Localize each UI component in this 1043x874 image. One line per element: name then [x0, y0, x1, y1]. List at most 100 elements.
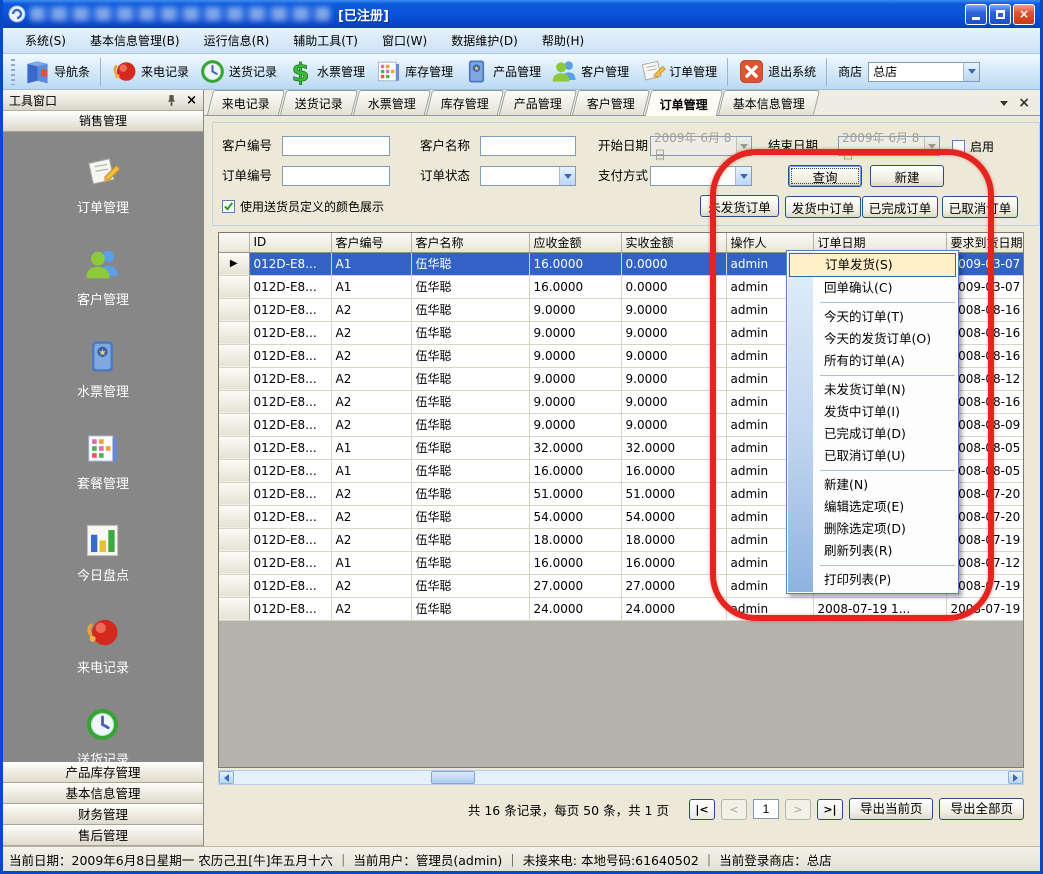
scroll-left-icon[interactable] [219, 771, 234, 784]
row-selector[interactable] [219, 344, 249, 367]
toolbar-button[interactable]: 客户管理 [546, 56, 634, 87]
tab-list-dropdown-icon[interactable] [1000, 101, 1008, 106]
context-menu-item[interactable]: 未发货订单(N) [788, 379, 957, 401]
customer-no-input[interactable] [282, 136, 390, 156]
sidebar-item[interactable]: 套餐管理 [77, 430, 129, 492]
menubar-item[interactable]: 系统(S) [13, 29, 78, 52]
context-menu-item[interactable]: 订单发货(S) [789, 253, 956, 277]
sidebar-item[interactable]: 来电记录 [77, 614, 129, 676]
row-selector[interactable] [219, 436, 249, 459]
tab-送货记录[interactable]: 送货记录 [280, 90, 358, 115]
menubar-item[interactable]: 辅助工具(T) [281, 29, 370, 52]
toolbar-button[interactable]: ★产品管理 [458, 56, 546, 87]
scroll-right-icon[interactable] [1008, 771, 1023, 784]
context-menu-item[interactable]: 所有的订单(A) [788, 350, 957, 372]
tab-订单管理[interactable]: 订单管理 [645, 90, 723, 116]
sidebar-item[interactable]: 送货记录 [77, 706, 129, 762]
sidebar-section[interactable]: 售后管理 [3, 825, 203, 846]
close-button[interactable]: × [1013, 4, 1035, 25]
context-menu-item[interactable]: 打印列表(P) [788, 569, 957, 591]
tab-库存管理[interactable]: 库存管理 [426, 90, 504, 115]
row-selector[interactable] [219, 505, 249, 528]
maximize-button[interactable] [989, 4, 1011, 25]
menubar-item[interactable]: 窗口(W) [370, 29, 439, 52]
minimize-button[interactable] [965, 4, 987, 25]
sidebar-section[interactable]: 财务管理 [3, 804, 203, 825]
order-status-select[interactable] [480, 166, 576, 186]
tab-基本信息管理[interactable]: 基本信息管理 [718, 90, 820, 115]
context-menu-item[interactable]: 编辑选定项(E) [788, 496, 957, 518]
toolbar-button[interactable]: 退出系统 [733, 56, 821, 87]
row-selector[interactable] [219, 367, 249, 390]
row-selector[interactable]: ▶ [219, 252, 249, 275]
sidebar-item[interactable]: 订单管理 [77, 154, 129, 216]
row-selector[interactable] [219, 528, 249, 551]
status-filter-button[interactable]: 已取消订单 [942, 196, 1018, 218]
payment-select[interactable] [650, 166, 752, 186]
query-button[interactable]: 查询 [788, 165, 862, 187]
tab-产品管理[interactable]: 产品管理 [499, 90, 577, 115]
row-selector[interactable] [219, 321, 249, 344]
row-selector[interactable] [219, 298, 249, 321]
first-page-button[interactable]: |< [689, 799, 715, 820]
row-selector[interactable] [219, 413, 249, 436]
context-menu-item[interactable]: 今天的发货订单(O) [788, 328, 957, 350]
status-filter-button[interactable]: 已完成订单 [862, 196, 938, 218]
chevron-down-icon[interactable] [963, 63, 979, 81]
row-selector[interactable] [219, 574, 249, 597]
color-display-checkbox[interactable]: 使用送货员定义的颜色展示 [222, 196, 384, 216]
sidebar-section[interactable]: 基本信息管理 [3, 783, 203, 804]
scrollbar-thumb[interactable] [431, 771, 475, 784]
pin-icon[interactable] [165, 94, 178, 107]
menubar-item[interactable]: 基本信息管理(B) [78, 29, 192, 52]
toolbar-button[interactable]: $水票管理 [282, 56, 370, 87]
context-menu-item[interactable]: 删除选定项(D) [788, 518, 957, 540]
last-page-button[interactable]: >| [817, 799, 843, 820]
chevron-down-icon[interactable] [559, 167, 575, 185]
sidebar-item[interactable]: 今日盘点 [77, 522, 129, 584]
sidebar-section[interactable]: 产品库存管理 [3, 762, 203, 783]
new-button[interactable]: 新建 [870, 165, 944, 187]
menubar-item[interactable]: 帮助(H) [530, 29, 596, 52]
context-menu-item[interactable]: 发货中订单(I) [788, 401, 957, 423]
next-page-button[interactable]: > [785, 799, 811, 820]
toolbar-button[interactable]: 导航条 [19, 56, 95, 87]
column-header[interactable]: ID [249, 233, 331, 252]
sidebar-close-icon[interactable]: × [186, 93, 197, 108]
context-menu-item[interactable]: 回单确认(C) [788, 277, 957, 299]
column-header[interactable]: 实收金额 [621, 233, 726, 252]
context-menu-item[interactable]: 新建(N) [788, 474, 957, 496]
toolbar-button[interactable]: 送货记录 [194, 56, 282, 87]
column-header[interactable]: 客户编号 [331, 233, 411, 252]
table-row[interactable]: 012D-E8...A2伍华聪24.000024.0000admin2008-0… [219, 597, 1024, 620]
prev-page-button[interactable]: < [721, 799, 747, 820]
row-selector[interactable] [219, 459, 249, 482]
tab-来电记录[interactable]: 来电记录 [207, 90, 285, 115]
context-menu-item[interactable]: 已取消订单(U) [788, 445, 957, 467]
order-no-input[interactable] [282, 166, 390, 186]
enable-checkbox[interactable]: 启用 [952, 136, 994, 156]
export-current-page-button[interactable]: 导出当前页 [849, 798, 934, 820]
tab-客户管理[interactable]: 客户管理 [572, 90, 650, 115]
toolbar-button[interactable]: 来电记录 [106, 56, 194, 87]
menubar-item[interactable]: 运行信息(R) [192, 29, 282, 52]
column-header[interactable]: 客户名称 [411, 233, 529, 252]
context-menu-item[interactable]: 刷新列表(R) [788, 540, 957, 562]
toolbar-grip[interactable] [11, 59, 15, 85]
row-selector[interactable] [219, 482, 249, 505]
toolbar-button[interactable]: 订单管理 [634, 56, 722, 87]
menubar-item[interactable]: 数据维护(D) [439, 29, 530, 52]
page-number-input[interactable] [753, 799, 779, 819]
toolbar-button[interactable]: 库存管理 [370, 56, 458, 87]
row-selector[interactable] [219, 597, 249, 620]
row-selector[interactable] [219, 390, 249, 413]
tab-close-icon[interactable]: × [1018, 95, 1030, 111]
column-header[interactable]: 应收金额 [529, 233, 621, 252]
context-menu-item[interactable]: 今天的订单(T) [788, 306, 957, 328]
status-filter-button[interactable]: 发货中订单 [785, 196, 861, 218]
store-select[interactable]: 总店 [868, 62, 980, 82]
context-menu-item[interactable]: 已完成订单(D) [788, 423, 957, 445]
export-all-pages-button[interactable]: 导出全部页 [939, 798, 1024, 820]
sidebar-item[interactable]: ★水票管理 [77, 338, 129, 400]
status-filter-button[interactable]: 未发货订单 [700, 195, 779, 217]
